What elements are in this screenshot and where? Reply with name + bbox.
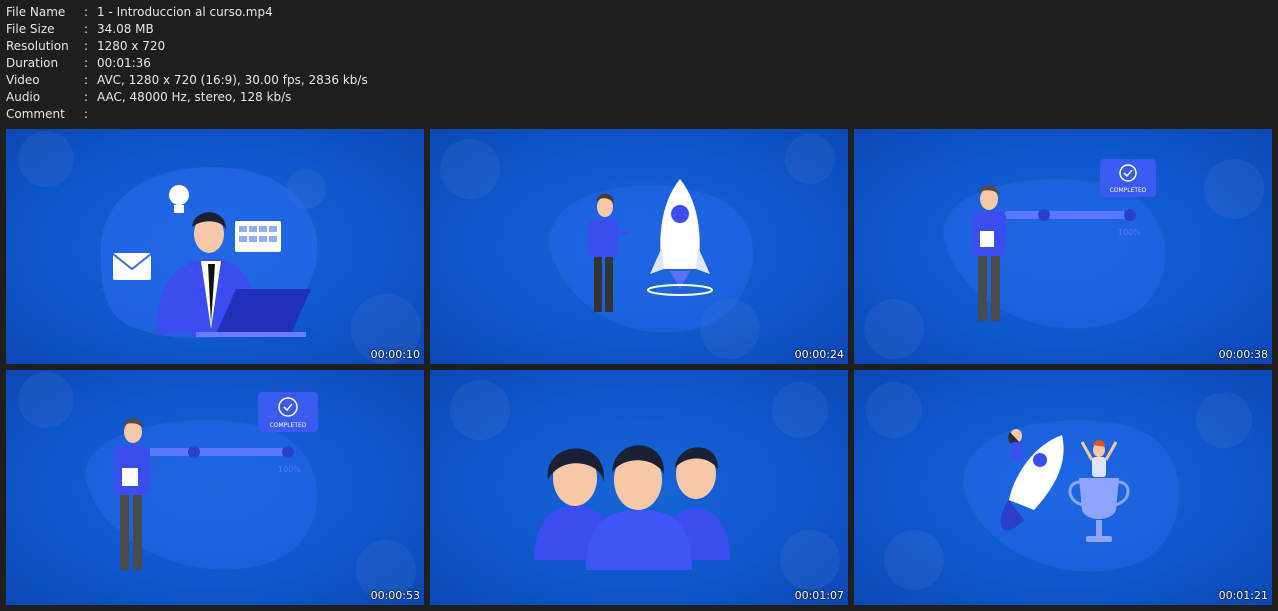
- info-value-video: AVC, 1280 x 720 (16:9), 30.00 fps, 2836 …: [97, 73, 368, 87]
- blob-shape: [549, 185, 753, 333]
- info-row-file-size: File Size : 34.08 MB: [6, 21, 368, 38]
- timestamp: 00:00:38: [1218, 348, 1268, 361]
- thumbnail-3[interactable]: COMPLETED 100% 00:00:38: [854, 129, 1272, 364]
- thumbnail-1[interactable]: 00:00:10: [6, 129, 424, 364]
- timestamp: 00:01:21: [1218, 589, 1268, 602]
- info-key: Duration: [6, 56, 59, 70]
- thumbnail-4[interactable]: COMPLETED 100% 00:00:53: [6, 370, 424, 605]
- team-avatars-icon: [534, 445, 730, 570]
- info-colon: :: [84, 22, 89, 36]
- thumbnail-5-illustration: [450, 380, 840, 590]
- thumbnail-6[interactable]: 00:01:21: [854, 370, 1272, 605]
- thumbnail-2[interactable]: 00:00:24: [430, 129, 848, 364]
- info-value-file-size: 34.08 MB: [97, 22, 154, 36]
- info-key: File Size: [6, 22, 55, 36]
- info-row-audio: Audio : AAC, 48000 Hz, stereo, 128 kb/s: [6, 89, 368, 106]
- info-row-resolution: Resolution : 1280 x 720: [6, 38, 368, 55]
- info-value-resolution: 1280 x 720: [97, 39, 166, 53]
- thumbnail-2-illustration: [440, 134, 835, 359]
- timestamp: 00:00:53: [370, 589, 420, 602]
- info-key: File Name: [6, 5, 66, 19]
- info-row-duration: Duration : 00:01:36: [6, 55, 368, 72]
- progress-label: 100%: [278, 465, 301, 474]
- info-colon: :: [84, 56, 89, 70]
- info-colon: :: [84, 73, 89, 87]
- info-key: Resolution: [6, 39, 69, 53]
- thumbnail-grid: 00:00:10 00:00:24 COMPLETED 100% 00:00:3…: [6, 129, 1274, 607]
- mail-icon: [112, 253, 152, 280]
- info-row-comment: Comment :: [6, 106, 368, 123]
- info-key: Comment: [6, 107, 65, 121]
- info-colon: :: [84, 39, 89, 53]
- info-colon: :: [84, 5, 89, 19]
- thumbnail-3-illustration: COMPLETED 100%: [864, 159, 1264, 359]
- thumbnail-6-illustration: [866, 382, 1252, 590]
- calendar-icon: [235, 221, 281, 252]
- info-key: Audio: [6, 90, 41, 104]
- info-value-audio: AAC, 48000 Hz, stereo, 128 kb/s: [97, 90, 292, 104]
- progress-label: 100%: [1118, 228, 1141, 237]
- info-row-video: Video : AVC, 1280 x 720 (16:9), 30.00 fp…: [6, 72, 368, 89]
- completed-label: COMPLETED: [1110, 187, 1147, 194]
- timestamp: 00:01:07: [794, 589, 844, 602]
- info-row-file-name: File Name : 1 - Introduccion al curso.mp…: [6, 4, 368, 21]
- thumbnail-4-illustration: COMPLETED 100%: [18, 372, 416, 600]
- timestamp: 00:00:10: [370, 348, 420, 361]
- info-colon: :: [84, 107, 89, 121]
- completed-label: COMPLETED: [270, 422, 307, 429]
- completed-badge: COMPLETED: [1100, 159, 1156, 197]
- info-colon: :: [84, 90, 89, 104]
- info-key: Video: [6, 73, 40, 87]
- timestamp: 00:00:24: [794, 348, 844, 361]
- thumbnail-5[interactable]: 00:01:07: [430, 370, 848, 605]
- file-info: File Name : 1 - Introduccion al curso.mp…: [6, 4, 368, 123]
- info-value-file-name: 1 - Introduccion al curso.mp4: [97, 5, 273, 19]
- info-value-duration: 00:01:36: [97, 56, 151, 70]
- completed-badge: COMPLETED: [258, 392, 318, 432]
- thumbnail-1-illustration: [18, 131, 421, 364]
